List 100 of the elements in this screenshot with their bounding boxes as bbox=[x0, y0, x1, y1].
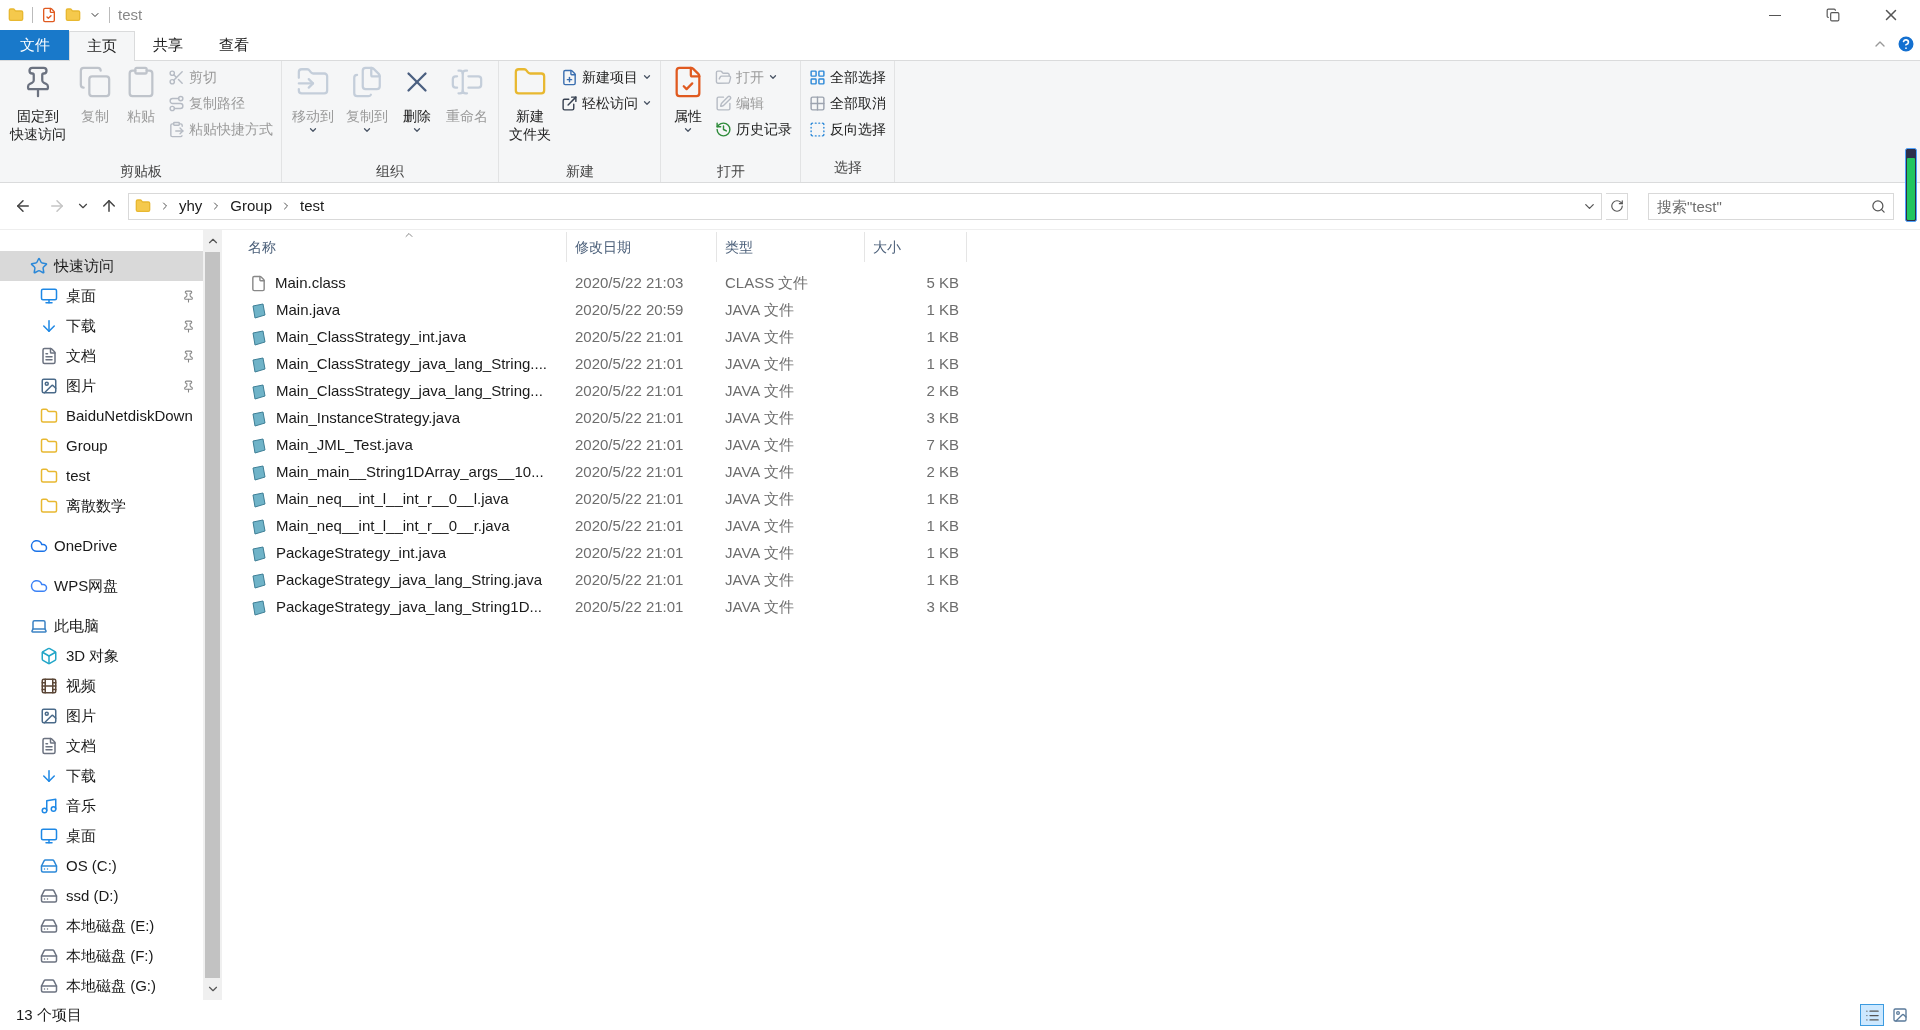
search-icon[interactable] bbox=[1871, 198, 1886, 214]
nav-item[interactable]: 音乐 bbox=[0, 791, 203, 821]
nav-item[interactable]: 下载 bbox=[0, 761, 203, 791]
nav-item[interactable]: OneDrive bbox=[0, 531, 203, 561]
nav-item[interactable]: test bbox=[0, 461, 203, 491]
type-cell: JAVA 文件 bbox=[725, 490, 794, 508]
file-name[interactable]: Main_ClassStrategy_int.java bbox=[276, 326, 467, 349]
file-name[interactable]: Main.java bbox=[276, 299, 341, 322]
up-icon[interactable] bbox=[100, 197, 118, 215]
help-icon[interactable] bbox=[1896, 34, 1916, 54]
pin-icon bbox=[182, 289, 195, 303]
java-file-icon bbox=[250, 544, 268, 563]
nav-item[interactable]: 离散数学 bbox=[0, 491, 203, 521]
ribbon-button[interactable]: 属性 bbox=[665, 61, 711, 161]
film-icon bbox=[40, 677, 58, 695]
nav-item[interactable]: Group bbox=[0, 431, 203, 461]
ribbon-button[interactable]: 删除 bbox=[394, 61, 440, 161]
size-cell: 5 KB bbox=[926, 274, 959, 292]
ribbon-small-button[interactable]: 反向选择 bbox=[809, 117, 886, 141]
search-field[interactable]: 搜索"test" bbox=[1648, 192, 1894, 220]
type-cell: CLASS 文件 bbox=[725, 274, 809, 292]
details-view-button[interactable] bbox=[1860, 1004, 1884, 1026]
column-header[interactable]: 名称 bbox=[240, 232, 567, 262]
nav-item[interactable]: 此电脑 bbox=[0, 611, 203, 641]
folder-icon bbox=[40, 437, 58, 455]
download-icon bbox=[40, 767, 58, 785]
column-header[interactable]: 修改日期 bbox=[567, 232, 717, 262]
nav-item[interactable]: 视频 bbox=[0, 671, 203, 701]
shortcut-icon bbox=[168, 120, 185, 138]
breadcrumb[interactable]: Group bbox=[230, 194, 273, 218]
ribbon-small-button[interactable]: 新建项目 bbox=[561, 65, 652, 89]
ribbon-small-button[interactable]: 全部取消 bbox=[809, 91, 886, 115]
picture-icon bbox=[40, 707, 58, 725]
nav-item[interactable]: 桌面 bbox=[0, 821, 203, 851]
file-name[interactable]: Main_neq__int_l__int_r__0__r.java bbox=[276, 515, 510, 538]
picture-icon bbox=[40, 377, 58, 395]
date-cell: 2020/5/22 21:01 bbox=[575, 328, 684, 346]
nav-item[interactable]: 文档 bbox=[0, 341, 203, 371]
nav-item[interactable]: 文档 bbox=[0, 731, 203, 761]
file-name[interactable]: Main_InstanceStrategy.java bbox=[276, 407, 460, 430]
column-header[interactable]: 类型 bbox=[717, 232, 865, 262]
ribbon-small-button[interactable]: 轻松访问 bbox=[561, 91, 652, 115]
type-cell: JAVA 文件 bbox=[725, 463, 794, 481]
size-cell: 2 KB bbox=[926, 463, 959, 481]
nav-item[interactable]: 本地磁盘 (E:) bbox=[0, 911, 203, 941]
scrollbar[interactable] bbox=[203, 230, 222, 1000]
breadcrumb[interactable]: test bbox=[300, 194, 325, 218]
select-all-icon bbox=[809, 68, 826, 86]
ribbon-button[interactable]: 固定到 快速访问 bbox=[4, 61, 72, 161]
file-name[interactable]: Main_neq__int_l__int_r__0__l.java bbox=[276, 488, 509, 511]
scrollbar-thumb[interactable] bbox=[205, 252, 220, 978]
type-cell: JAVA 文件 bbox=[725, 544, 794, 562]
drive-icon bbox=[40, 917, 58, 935]
ribbon-tab[interactable]: 主页 bbox=[69, 31, 135, 61]
date-cell: 2020/5/22 21:03 bbox=[575, 274, 684, 292]
column-header[interactable]: 大小 bbox=[865, 232, 967, 262]
file-name[interactable]: Main_ClassStrategy_java_lang_String.... bbox=[276, 353, 547, 376]
properties-icon[interactable] bbox=[41, 7, 57, 23]
file-name[interactable]: PackageStrategy_int.java bbox=[276, 542, 447, 565]
nav-item[interactable]: BaiduNetdiskDown bbox=[0, 401, 203, 431]
file-name[interactable]: Main_JML_Test.java bbox=[276, 434, 413, 457]
back-icon[interactable] bbox=[14, 197, 32, 215]
refresh-button[interactable] bbox=[1606, 192, 1628, 220]
minimize-icon bbox=[1769, 14, 1781, 16]
nav-item[interactable]: 本地磁盘 (G:) bbox=[0, 971, 203, 1000]
ribbon-button[interactable]: 新建 文件夹 bbox=[503, 61, 557, 161]
size-cell: 7 KB bbox=[926, 436, 959, 454]
ribbon-small-button[interactable]: 历史记录 bbox=[715, 117, 792, 141]
nav-item[interactable]: WPS网盘 bbox=[0, 571, 203, 601]
nav-item[interactable]: 图片 bbox=[0, 371, 203, 401]
ribbon-tab[interactable]: 查看 bbox=[201, 30, 267, 60]
date-cell: 2020/5/22 21:01 bbox=[575, 517, 684, 535]
ribbon-small-button[interactable]: 全部选择 bbox=[809, 65, 886, 89]
folder-icon bbox=[40, 407, 58, 425]
ribbon-tab[interactable]: 文件 bbox=[0, 30, 69, 60]
nav-item[interactable]: 本地磁盘 (F:) bbox=[0, 941, 203, 971]
nav-item[interactable]: ssd (D:) bbox=[0, 881, 203, 911]
nav-item[interactable]: 桌面 bbox=[0, 281, 203, 311]
nav-item[interactable]: 快速访问 bbox=[0, 251, 203, 281]
size-cell: 1 KB bbox=[926, 517, 959, 535]
nav-item[interactable]: 图片 bbox=[0, 701, 203, 731]
file-name[interactable]: PackageStrategy_java_lang_String1D... bbox=[276, 596, 542, 619]
date-cell: 2020/5/22 21:01 bbox=[575, 490, 684, 508]
nav-item[interactable]: 下载 bbox=[0, 311, 203, 341]
breadcrumb[interactable]: yhy bbox=[179, 194, 203, 218]
type-cell: JAVA 文件 bbox=[725, 355, 794, 373]
file-name[interactable]: Main.class bbox=[275, 272, 346, 295]
document-icon bbox=[40, 737, 58, 755]
file-name[interactable]: PackageStrategy_java_lang_String.java bbox=[276, 569, 542, 592]
nav-item[interactable]: 3D 对象 bbox=[0, 641, 203, 671]
ribbon-group-label: 打开 bbox=[715, 162, 746, 181]
file-name[interactable]: Main_ClassStrategy_java_lang_String... bbox=[276, 380, 543, 403]
caret-icon bbox=[308, 125, 318, 135]
date-cell: 2020/5/22 21:01 bbox=[575, 544, 684, 562]
file-name[interactable]: Main_main__String1DArray_args__10... bbox=[276, 461, 544, 484]
history-icon bbox=[715, 120, 732, 138]
address-field[interactable]: yhy Group test bbox=[128, 192, 1602, 220]
nav-item[interactable]: OS (C:) bbox=[0, 851, 203, 881]
ribbon-tab[interactable]: 共享 bbox=[135, 30, 201, 60]
date-cell: 2020/5/22 21:01 bbox=[575, 409, 684, 427]
